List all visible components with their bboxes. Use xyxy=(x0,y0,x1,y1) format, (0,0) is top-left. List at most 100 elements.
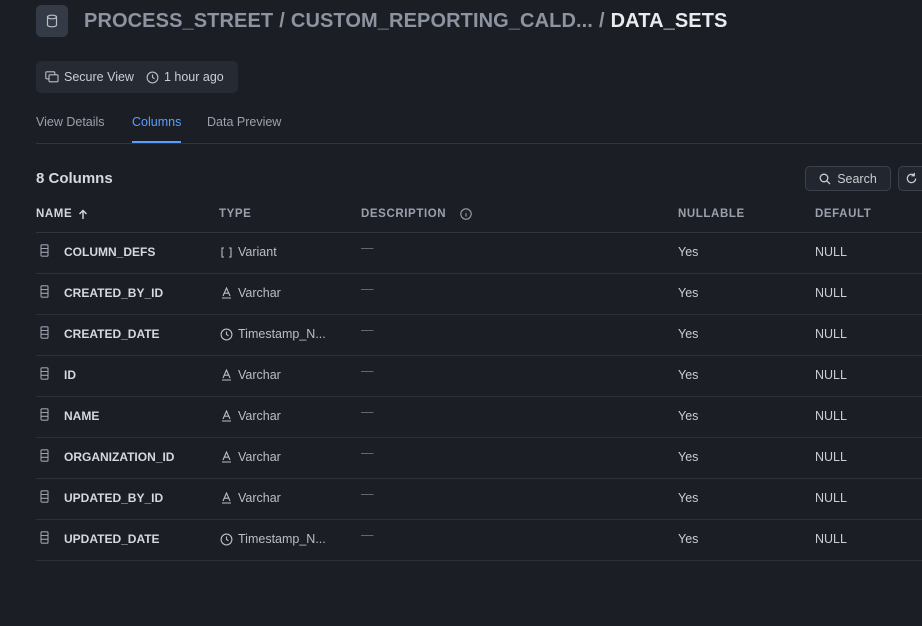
secure-view-icon xyxy=(45,71,59,83)
updated-time: 1 hour ago xyxy=(146,70,224,84)
column-default: NULL xyxy=(815,491,847,505)
column-type: Varchar xyxy=(219,368,281,382)
breadcrumb-schema[interactable]: CUSTOM_REPORTING_CALD... xyxy=(291,10,593,33)
column-description: — xyxy=(361,241,374,255)
column-icon xyxy=(40,244,49,257)
column-description: — xyxy=(361,282,374,296)
header-description[interactable]: DESCRIPTION xyxy=(361,208,472,220)
info-icon[interactable] xyxy=(460,208,472,220)
column-nullable: Yes xyxy=(678,450,699,464)
tab-data-preview[interactable]: Data Preview xyxy=(207,115,281,143)
column-type-label: Variant xyxy=(238,245,277,259)
column-type: Varchar xyxy=(219,450,281,464)
column-icon xyxy=(40,408,49,421)
column-type-label: Timestamp_N... xyxy=(238,327,326,341)
column-nullable: Yes xyxy=(678,532,699,546)
text-type-icon xyxy=(219,286,233,300)
clock-icon xyxy=(219,532,233,546)
column-name: CREATED_BY_ID xyxy=(64,286,164,300)
column-description: — xyxy=(361,364,374,378)
column-type: Variant xyxy=(219,245,277,259)
table-row[interactable]: CREATED_BY_ID Varchar — Yes NULL xyxy=(36,273,922,315)
column-description: — xyxy=(361,446,374,460)
table-row[interactable]: COLUMN_DEFS Variant — Yes NULL xyxy=(36,232,922,274)
column-name: ORGANIZATION_ID xyxy=(64,450,175,464)
column-icon xyxy=(40,490,49,503)
tab-bar: View Details Columns Data Preview xyxy=(36,108,922,144)
column-count: 8 Columns xyxy=(36,170,113,187)
refresh-button[interactable] xyxy=(898,166,922,191)
text-type-icon xyxy=(219,409,233,423)
column-type-label: Timestamp_N... xyxy=(238,532,326,546)
database-icon xyxy=(36,5,68,37)
column-icon xyxy=(40,285,49,298)
column-type-label: Varchar xyxy=(238,286,281,300)
table-row[interactable]: UPDATED_DATE Timestamp_N... — Yes NULL xyxy=(36,519,922,561)
column-name: ID xyxy=(64,368,76,382)
clock-icon xyxy=(219,327,233,341)
page-title: DATA_SETS xyxy=(610,9,728,32)
sort-ascending-icon[interactable] xyxy=(78,209,88,220)
view-type-label: Secure View xyxy=(64,70,134,84)
breadcrumb-database[interactable]: PROCESS_STREET xyxy=(84,10,273,33)
secure-view-badge: Secure View xyxy=(45,70,134,84)
column-type-label: Varchar xyxy=(238,491,281,505)
column-icon xyxy=(40,449,49,462)
table-row[interactable]: NAME Varchar — Yes NULL xyxy=(36,396,922,438)
text-type-icon xyxy=(219,491,233,505)
column-icon xyxy=(40,326,49,339)
column-nullable: Yes xyxy=(678,409,699,423)
header-name-label: NAME xyxy=(36,208,73,220)
view-meta: Secure View 1 hour ago xyxy=(36,61,238,93)
column-default: NULL xyxy=(815,286,847,300)
header-name[interactable]: NAME xyxy=(36,208,88,220)
clock-icon xyxy=(146,71,159,83)
column-type-label: Varchar xyxy=(238,409,281,423)
column-name: UPDATED_BY_ID xyxy=(64,491,164,505)
breadcrumb-separator: / xyxy=(279,9,285,32)
table-row[interactable]: UPDATED_BY_ID Varchar — Yes NULL xyxy=(36,478,922,520)
table-row[interactable]: ORGANIZATION_ID Varchar — Yes NULL xyxy=(36,437,922,479)
column-nullable: Yes xyxy=(678,327,699,341)
search-icon xyxy=(819,173,831,184)
column-description: — xyxy=(361,323,374,337)
text-type-icon xyxy=(219,368,233,382)
column-nullable: Yes xyxy=(678,368,699,382)
column-name: CREATED_DATE xyxy=(64,327,160,341)
column-name: NAME xyxy=(64,409,100,423)
column-icon xyxy=(40,531,49,544)
breadcrumb-separator: / xyxy=(598,9,605,32)
column-type: Varchar xyxy=(219,491,281,505)
column-type: Timestamp_N... xyxy=(219,327,326,341)
column-type: Varchar xyxy=(219,286,281,300)
table-row[interactable]: ID Varchar — Yes NULL xyxy=(36,355,922,397)
column-nullable: Yes xyxy=(678,286,699,300)
text-type-icon xyxy=(219,450,233,464)
search-button[interactable]: Search xyxy=(805,166,891,191)
column-icon xyxy=(40,367,49,380)
table-header: NAME TYPE DESCRIPTION NULLABLE DEFAULT xyxy=(36,198,922,233)
column-type: Timestamp_N... xyxy=(219,532,326,546)
column-default: NULL xyxy=(815,327,847,341)
breadcrumb: PROCESS_STREET / CUSTOM_REPORTING_CALD..… xyxy=(84,9,727,33)
column-name: COLUMN_DEFS xyxy=(64,245,156,259)
search-label: Search xyxy=(837,171,877,186)
column-type-label: Varchar xyxy=(238,450,281,464)
tab-columns[interactable]: Columns xyxy=(132,115,182,143)
column-nullable: Yes xyxy=(678,245,699,259)
columns-page: PROCESS_STREET / CUSTOM_REPORTING_CALD..… xyxy=(0,0,922,626)
column-name: UPDATED_DATE xyxy=(64,532,160,546)
column-description: — xyxy=(361,405,374,419)
header-description-label: DESCRIPTION xyxy=(361,208,447,220)
column-default: NULL xyxy=(815,409,847,423)
table-row[interactable]: CREATED_DATE Timestamp_N... — Yes NULL xyxy=(36,314,922,356)
tab-view-details[interactable]: View Details xyxy=(36,115,105,143)
header-nullable[interactable]: NULLABLE xyxy=(678,208,745,220)
header-default[interactable]: DEFAULT xyxy=(815,208,871,220)
column-description: — xyxy=(361,487,374,501)
column-default: NULL xyxy=(815,368,847,382)
brackets-icon xyxy=(219,245,233,259)
header-type[interactable]: TYPE xyxy=(219,208,251,220)
column-description: — xyxy=(361,528,374,542)
column-default: NULL xyxy=(815,245,847,259)
